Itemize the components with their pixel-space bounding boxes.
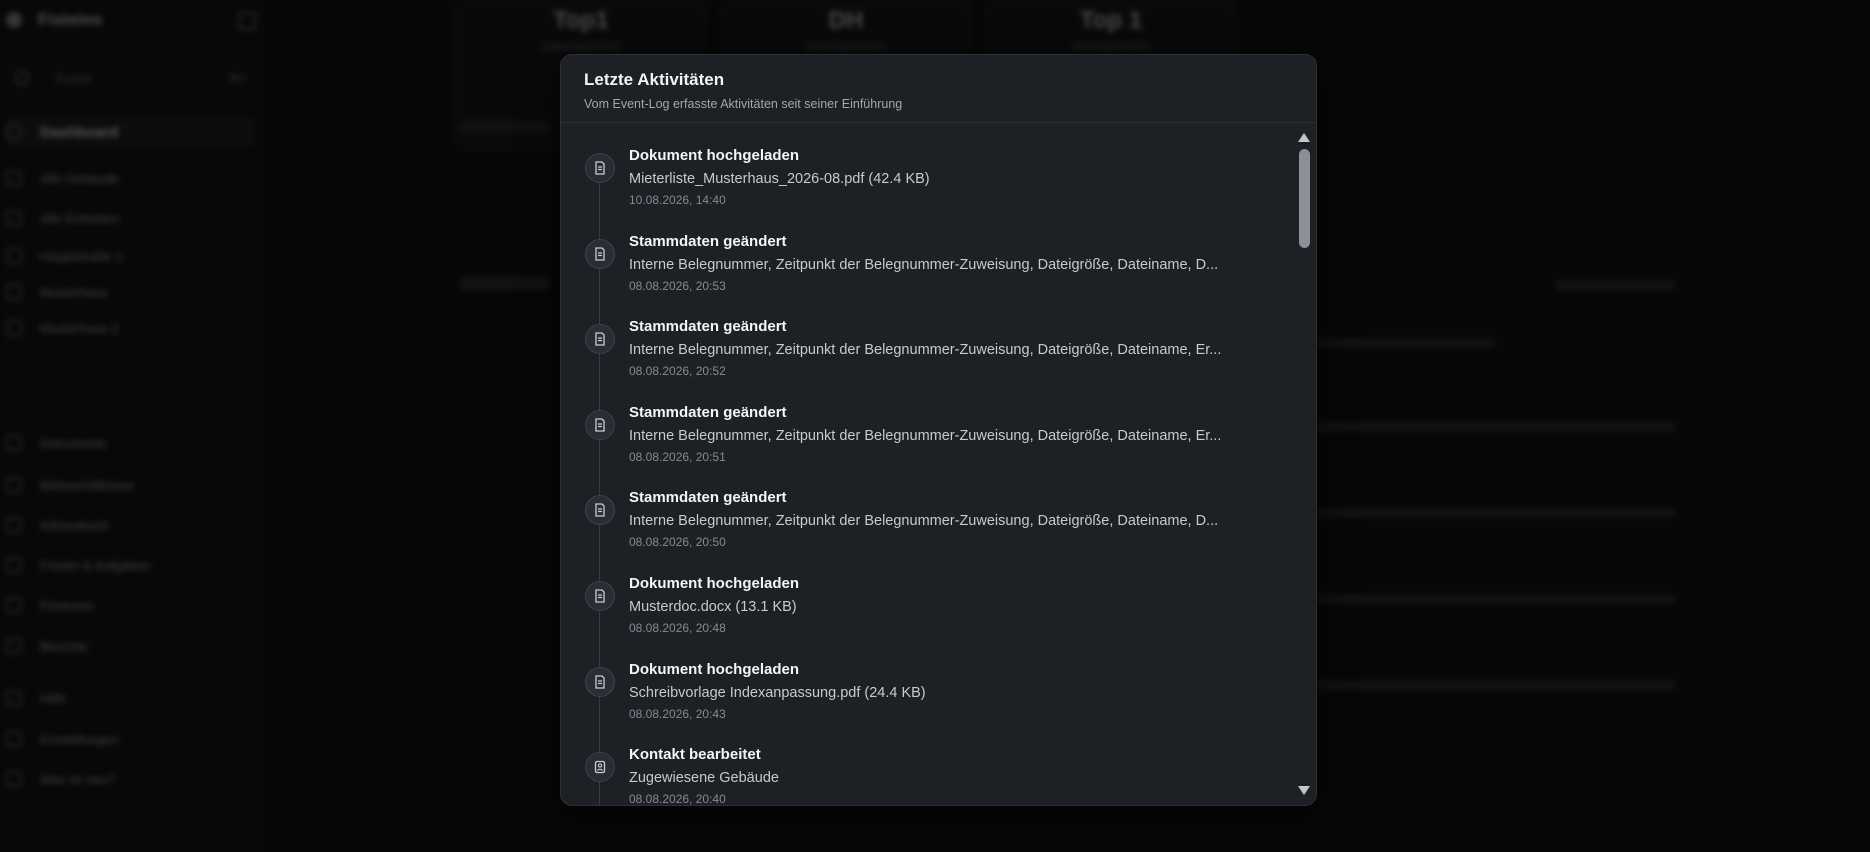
- activity-item: Stammdaten geändert Interne Belegnummer,…: [561, 221, 1291, 307]
- activity-list[interactable]: Dokument hochgeladen Mieterliste_Musterh…: [561, 123, 1291, 805]
- activity-timestamp: 08.08.2026, 20:50: [629, 535, 726, 549]
- document-icon: [585, 324, 615, 354]
- activity-detail: Interne Belegnummer, Zeitpunkt der Beleg…: [629, 342, 1222, 358]
- dialog-title: Letzte Aktivitäten: [584, 70, 725, 89]
- contact-icon: [585, 752, 615, 782]
- activity-title: Stammdaten geändert: [629, 318, 787, 335]
- activity-timestamp: 08.08.2026, 20:52: [629, 364, 726, 378]
- document-icon: [585, 153, 615, 183]
- activity-item: Dokument hochgeladen Musterdoc.docx (13.…: [561, 563, 1291, 649]
- activity-item: Stammdaten geändert Interne Belegnummer,…: [561, 477, 1291, 563]
- scroll-down-arrow-icon[interactable]: [1298, 786, 1310, 795]
- activity-title: Dokument hochgeladen: [629, 147, 800, 164]
- activity-detail: Mieterliste_Musterhaus_2026-08.pdf (42.4…: [629, 171, 930, 187]
- document-icon: [585, 667, 615, 697]
- document-icon: [585, 410, 615, 440]
- activity-detail: Interne Belegnummer, Zeitpunkt der Beleg…: [629, 257, 1219, 273]
- activity-item: Dokument hochgeladen Mieterliste_Musterh…: [561, 135, 1291, 221]
- activity-detail: Musterdoc.docx (13.1 KB): [629, 599, 797, 615]
- document-icon: [585, 581, 615, 611]
- activity-timestamp: 08.08.2026, 20:51: [629, 450, 726, 464]
- activity-item: Dokument hochgeladen Schreibvorlage Inde…: [561, 649, 1291, 735]
- activity-detail: Interne Belegnummer, Zeitpunkt der Beleg…: [629, 428, 1222, 444]
- activity-detail: Interne Belegnummer, Zeitpunkt der Beleg…: [629, 513, 1219, 529]
- dialog-header: Letzte Aktivitäten Vom Event-Log erfasst…: [561, 55, 1316, 123]
- activity-timestamp: 08.08.2026, 20:43: [629, 707, 726, 721]
- activity-detail: Zugewiesene Gebäude: [629, 770, 779, 786]
- document-icon: [585, 239, 615, 269]
- scrollbar-thumb[interactable]: [1299, 149, 1310, 248]
- activity-title: Stammdaten geändert: [629, 233, 787, 250]
- scroll-up-arrow-icon[interactable]: [1298, 133, 1310, 142]
- recent-activity-dialog: Letzte Aktivitäten Vom Event-Log erfasst…: [560, 54, 1317, 806]
- activity-title: Stammdaten geändert: [629, 489, 787, 506]
- dialog-subtitle: Vom Event-Log erfasste Aktivitäten seit …: [584, 97, 903, 111]
- activity-item: Stammdaten geändert Interne Belegnummer,…: [561, 306, 1291, 392]
- activity-timestamp: 08.08.2026, 20:40: [629, 792, 726, 805]
- activity-item: Stammdaten geändert Interne Belegnummer,…: [561, 392, 1291, 478]
- activity-title: Dokument hochgeladen: [629, 661, 800, 678]
- scrollbar[interactable]: [1291, 123, 1316, 805]
- activity-detail: Schreibvorlage Indexanpassung.pdf (24.4 …: [629, 685, 926, 701]
- activity-timestamp: 08.08.2026, 20:53: [629, 279, 726, 293]
- activity-timestamp: 08.08.2026, 20:48: [629, 621, 726, 635]
- activity-title: Stammdaten geändert: [629, 404, 787, 421]
- activity-title: Dokument hochgeladen: [629, 575, 800, 592]
- activity-title: Kontakt bearbeitet: [629, 746, 761, 763]
- document-icon: [585, 495, 615, 525]
- activity-timestamp: 10.08.2026, 14:40: [629, 193, 726, 207]
- activity-item: Kontakt bearbeitet Zugewiesene Gebäude 0…: [561, 734, 1291, 805]
